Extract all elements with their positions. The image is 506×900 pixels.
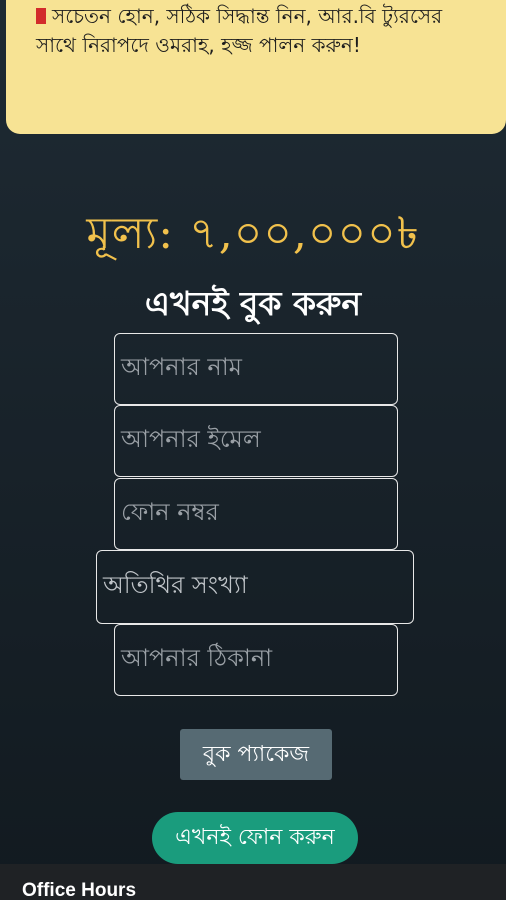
package-price: মূল্য: ৭,০০,০০০৳: [86, 208, 420, 259]
notice-banner: সচেতন হোন, সঠিক সিদ্ধান্ত নিন, আর.বি ট্য…: [6, 0, 506, 134]
email-field[interactable]: আপনার ইমেল: [114, 405, 398, 477]
flag-icon: [36, 8, 46, 24]
guests-field[interactable]: অতিথির সংখ্যা: [96, 550, 414, 624]
phone-field[interactable]: ফোন নম্বর: [114, 478, 398, 550]
office-hours-heading: Office Hours: [22, 880, 137, 900]
booking-title: এখনই বুক করুন: [144, 284, 362, 323]
address-field[interactable]: আপনার ঠিকানা: [114, 624, 398, 696]
book-package-button[interactable]: বুক প্যাকেজ: [180, 729, 332, 780]
call-now-button[interactable]: এখনই ফোন করুন: [152, 812, 358, 864]
notice-text: সচেতন হোন, সঠিক সিদ্ধান্ত নিন, আর.বি ট্য…: [36, 4, 443, 57]
name-field[interactable]: আপনার নাম: [114, 333, 398, 405]
